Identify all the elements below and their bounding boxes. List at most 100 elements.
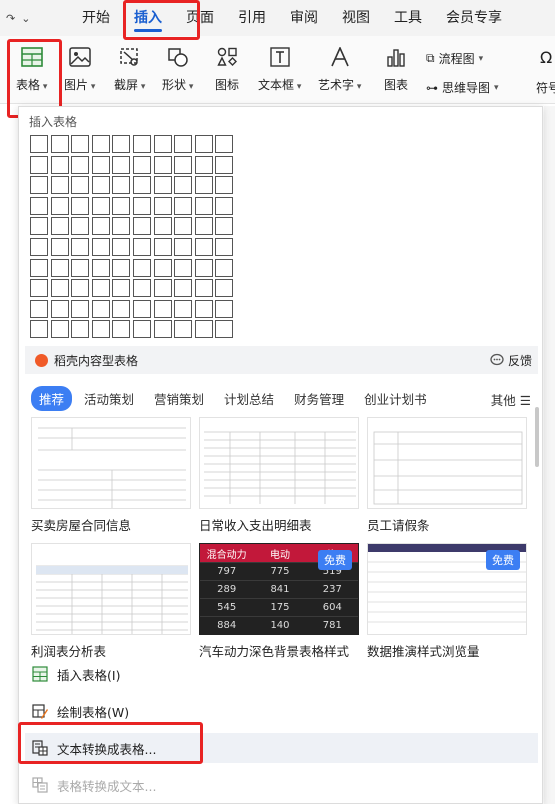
grid-cell[interactable] [153, 279, 172, 298]
grid-cell[interactable] [174, 176, 193, 195]
redo-icon[interactable]: ↷ [6, 12, 15, 25]
category-recommended[interactable]: 推荐 [31, 385, 73, 411]
grid-cell[interactable] [215, 299, 234, 318]
grid-cell[interactable] [91, 237, 110, 256]
grid-cell[interactable] [174, 320, 193, 339]
grid-cell[interactable] [71, 237, 90, 256]
grid-cell[interactable] [91, 135, 110, 153]
chevron-down-icon[interactable]: ⌄ [21, 12, 30, 25]
grid-cell[interactable] [153, 299, 172, 318]
grid-cell[interactable] [132, 237, 151, 256]
grid-cell[interactable] [194, 217, 213, 236]
grid-cell[interactable] [91, 320, 110, 339]
grid-cell[interactable] [153, 155, 172, 174]
grid-cell[interactable] [71, 279, 90, 298]
grid-cell[interactable] [50, 155, 69, 174]
grid-cell[interactable] [215, 196, 234, 215]
grid-cell[interactable] [30, 176, 48, 195]
tab-references[interactable]: 引用 [226, 0, 278, 36]
grid-cell[interactable] [194, 299, 213, 318]
grid-cell[interactable] [112, 320, 131, 339]
grid-cell[interactable] [132, 320, 151, 339]
template-card[interactable]: 员工请假条 [367, 417, 527, 534]
category-finance[interactable]: 财务管理 [286, 386, 352, 411]
category-summary[interactable]: 计划总结 [216, 386, 282, 411]
grid-cell[interactable] [194, 279, 213, 298]
grid-cell[interactable] [215, 320, 234, 339]
tab-insert[interactable]: 插入 [122, 0, 174, 36]
picture-button[interactable]: 图片 [64, 42, 95, 100]
grid-cell[interactable] [50, 258, 69, 277]
icons-button[interactable]: 图标 [214, 42, 240, 100]
grid-cell[interactable] [71, 196, 90, 215]
grid-cell[interactable] [50, 135, 69, 153]
insert-table-command[interactable]: 插入表格(I) [25, 659, 538, 689]
grid-cell[interactable] [132, 279, 151, 298]
grid-cell[interactable] [50, 279, 69, 298]
grid-cell[interactable] [112, 258, 131, 277]
grid-cell[interactable] [112, 279, 131, 298]
grid-cell[interactable] [174, 299, 193, 318]
template-card[interactable]: 买卖房屋合同信息 [31, 417, 191, 534]
grid-cell[interactable] [132, 299, 151, 318]
grid-cell[interactable] [132, 258, 151, 277]
category-activity[interactable]: 活动策划 [76, 386, 142, 411]
grid-cell[interactable] [50, 320, 69, 339]
grid-cell[interactable] [174, 258, 193, 277]
grid-cell[interactable] [174, 135, 193, 153]
grid-cell[interactable] [132, 135, 151, 153]
grid-cell[interactable] [71, 299, 90, 318]
grid-cell[interactable] [91, 155, 110, 174]
grid-cell[interactable] [132, 176, 151, 195]
grid-cell[interactable] [91, 217, 110, 236]
grid-cell[interactable] [132, 155, 151, 174]
grid-cell[interactable] [71, 258, 90, 277]
table-size-grid[interactable] [30, 135, 234, 339]
grid-cell[interactable] [30, 237, 48, 256]
grid-cell[interactable] [112, 217, 131, 236]
grid-cell[interactable] [215, 217, 234, 236]
grid-cell[interactable] [91, 279, 110, 298]
grid-cell[interactable] [194, 135, 213, 153]
grid-cell[interactable] [194, 320, 213, 339]
grid-cell[interactable] [30, 217, 48, 236]
flowchart-button[interactable]: ⧉ 流程图 ▾ [426, 50, 483, 67]
wordart-button[interactable]: 艺术字 [318, 42, 361, 100]
tab-tools[interactable]: 工具 [382, 0, 434, 36]
grid-cell[interactable] [112, 155, 131, 174]
screenshot-button[interactable]: 截屏 [114, 42, 145, 100]
grid-cell[interactable] [71, 320, 90, 339]
chart-button[interactable]: 图表 [383, 42, 409, 100]
grid-cell[interactable] [174, 196, 193, 215]
grid-cell[interactable] [112, 176, 131, 195]
grid-cell[interactable] [112, 237, 131, 256]
symbol-button[interactable]: 符号 [536, 79, 555, 96]
grid-cell[interactable] [215, 237, 234, 256]
grid-cell[interactable] [132, 196, 151, 215]
grid-cell[interactable] [30, 320, 48, 339]
category-marketing[interactable]: 营销策划 [146, 386, 212, 411]
more-categories-button[interactable]: 其他 ☰ [491, 390, 531, 409]
grid-cell[interactable] [153, 135, 172, 153]
grid-cell[interactable] [215, 279, 234, 298]
grid-cell[interactable] [91, 258, 110, 277]
shapes-button[interactable]: 形状 [162, 42, 193, 100]
grid-cell[interactable] [71, 217, 90, 236]
template-card[interactable]: 日常收入支出明细表 [199, 417, 359, 534]
text-to-table-command[interactable]: 文本转换成表格... [25, 733, 538, 763]
category-business-plan[interactable]: 创业计划书 [356, 386, 435, 411]
grid-cell[interactable] [194, 155, 213, 174]
grid-cell[interactable] [153, 196, 172, 215]
template-scrollbar[interactable] [535, 407, 539, 467]
template-card[interactable]: 利润表分析表 [31, 543, 191, 660]
feedback-button[interactable]: 反馈 [490, 352, 532, 369]
grid-cell[interactable] [50, 176, 69, 195]
grid-cell[interactable] [30, 299, 48, 318]
grid-cell[interactable] [91, 196, 110, 215]
tab-member[interactable]: 会员专享 [434, 0, 514, 36]
textbox-button[interactable]: 文本框 [258, 42, 301, 100]
grid-cell[interactable] [215, 176, 234, 195]
grid-cell[interactable] [30, 258, 48, 277]
grid-cell[interactable] [91, 299, 110, 318]
table-to-text-command[interactable]: 表格转换成文本... [25, 770, 538, 800]
